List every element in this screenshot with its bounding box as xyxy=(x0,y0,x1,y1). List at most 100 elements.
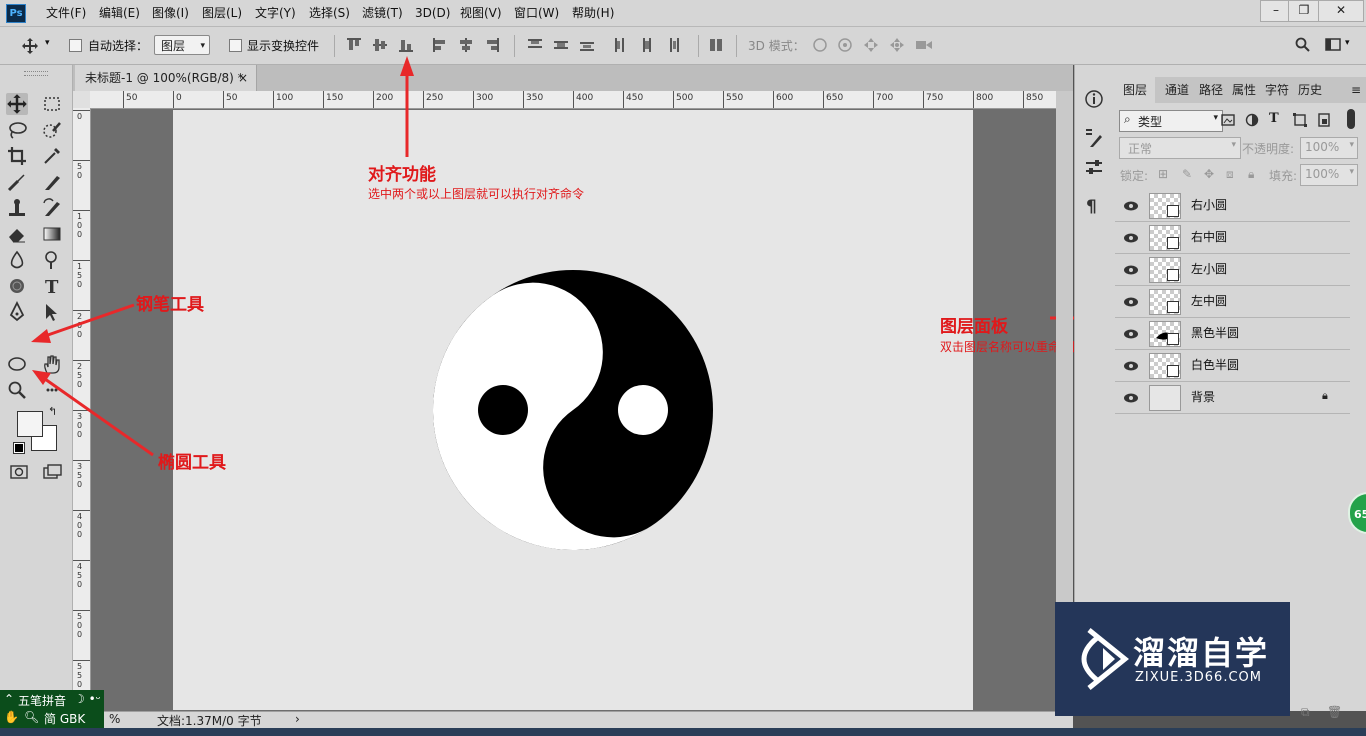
layer-filter-dropdown[interactable]: ⌕ 类型 ▾ xyxy=(1119,110,1223,132)
tab-paths[interactable]: 路径 xyxy=(1199,77,1223,103)
menu-help[interactable]: 帮助(H) xyxy=(572,0,614,26)
layer-name[interactable]: 白色半圆 xyxy=(1191,350,1239,381)
delete-layer-icon[interactable]: 🗑︎ xyxy=(1327,705,1342,719)
dodge-tool-icon[interactable] xyxy=(41,249,63,271)
align-vcenter-icon[interactable] xyxy=(372,37,388,53)
ime-expand-icon[interactable]: ⌃ xyxy=(4,692,14,706)
opacity-field[interactable]: 100% ▾ xyxy=(1300,137,1358,159)
close-tab-icon[interactable]: × xyxy=(238,65,248,91)
horizontal-ruler[interactable]: 50 0 50 100 150 200 250 300 350 400 450 500 550 600 65… xyxy=(90,91,1056,109)
menu-window[interactable]: 窗口(W) xyxy=(514,0,559,26)
3d-rotate-icon[interactable] xyxy=(811,37,827,53)
visibility-eye-icon[interactable] xyxy=(1123,328,1139,342)
tab-history[interactable]: 历史 xyxy=(1298,77,1322,103)
visibility-eye-icon[interactable] xyxy=(1123,232,1139,246)
lasso-tool-icon[interactable] xyxy=(6,119,28,141)
lock-position-icon[interactable]: ✥ xyxy=(1204,167,1214,181)
3d-roll-icon[interactable] xyxy=(837,37,853,53)
menu-image[interactable]: 图像(I) xyxy=(152,0,189,26)
ime-toolbar[interactable]: ⌃ 五笔拼音 ☽ •ᵕ ✋ 🔍︎ 简 GBK xyxy=(0,690,104,728)
align-left-icon[interactable] xyxy=(432,37,448,53)
healing-brush-icon[interactable] xyxy=(6,171,28,193)
auto-align-icon[interactable] xyxy=(709,37,725,53)
visibility-eye-icon[interactable] xyxy=(1123,200,1139,214)
ellipse-tool-icon[interactable] xyxy=(6,353,28,375)
tab-layers[interactable]: 图层 xyxy=(1115,77,1155,103)
quick-mask-icon[interactable] xyxy=(8,461,30,483)
menu-layer[interactable]: 图层(L) xyxy=(202,0,242,26)
lock-pixels-icon[interactable]: ✎ xyxy=(1182,167,1192,181)
document-tab[interactable]: 未标题-1 @ 100%(RGB/8) * × xyxy=(75,65,257,91)
auto-select-checkbox[interactable] xyxy=(69,39,82,52)
distribute-hcenter-icon[interactable] xyxy=(639,37,655,53)
move-tool-preset-icon[interactable] xyxy=(21,37,38,54)
adjustments-panel-icon[interactable] xyxy=(1084,157,1104,180)
layer-row[interactable]: 左小圆 xyxy=(1115,254,1350,286)
lock-transparent-icon[interactable]: ⊞ xyxy=(1158,167,1168,181)
layer-row[interactable]: 右中圆 xyxy=(1115,222,1350,254)
blur-tool-icon[interactable] xyxy=(6,249,28,271)
menu-view[interactable]: 视图(V) xyxy=(460,0,502,26)
layer-name[interactable]: 黑色半圆 xyxy=(1191,318,1239,349)
brush-presets-icon[interactable] xyxy=(1084,127,1104,152)
eraser-tool-icon[interactable] xyxy=(6,223,28,245)
3d-scale-icon[interactable] xyxy=(915,37,932,53)
type-tool-icon[interactable]: T xyxy=(41,275,63,297)
layer-row[interactable]: 左中圆 xyxy=(1115,286,1350,318)
align-hcenter-icon[interactable] xyxy=(458,37,474,53)
menu-type[interactable]: 文字(Y) xyxy=(255,0,296,26)
align-right-icon[interactable] xyxy=(484,37,500,53)
layer-row[interactable]: 右小圆 xyxy=(1115,190,1350,222)
new-layer-icon[interactable]: ⧉ xyxy=(1301,705,1310,720)
ime-hand-icon[interactable]: ✋ xyxy=(4,710,19,724)
filter-smart-object-icon[interactable] xyxy=(1317,113,1331,127)
filter-type-icon[interactable]: T xyxy=(1269,111,1279,126)
rectangular-marquee-icon[interactable] xyxy=(41,93,63,115)
distribute-bottom-icon[interactable] xyxy=(579,37,595,53)
lock-all-icon[interactable]: 🔒︎ xyxy=(1248,167,1254,182)
menu-edit[interactable]: 编辑(E) xyxy=(99,0,140,26)
quick-selection-icon[interactable] xyxy=(41,119,63,141)
layer-row[interactable]: 黑色半圆 xyxy=(1115,318,1350,350)
path-selection-icon[interactable] xyxy=(41,301,63,323)
ime-search-icon[interactable]: 🔍︎ xyxy=(24,710,39,724)
zoom-tool-icon[interactable] xyxy=(6,379,28,401)
menu-file[interactable]: 文件(F) xyxy=(46,0,86,26)
3d-slide-icon[interactable] xyxy=(889,37,905,53)
clone-stamp-icon[interactable] xyxy=(6,197,28,219)
distribute-top-icon[interactable] xyxy=(527,37,543,53)
swap-colors-icon[interactable]: ↰ xyxy=(48,405,57,418)
close-window-button[interactable]: ✕ xyxy=(1318,0,1364,22)
foreground-color-swatch[interactable] xyxy=(17,411,43,437)
workspace-dropdown-arrow-icon[interactable]: ▾ xyxy=(1345,38,1350,48)
align-bottom-icon[interactable] xyxy=(398,37,414,53)
ruler-origin[interactable] xyxy=(73,91,91,109)
history-brush-icon[interactable] xyxy=(41,197,63,219)
align-top-icon[interactable] xyxy=(346,37,362,53)
toolbox-grip[interactable] xyxy=(24,71,48,76)
filter-adjustment-icon[interactable] xyxy=(1245,113,1259,127)
tab-channels[interactable]: 通道 xyxy=(1165,77,1189,103)
visibility-eye-icon[interactable] xyxy=(1123,296,1139,310)
screen-mode-icon[interactable] xyxy=(41,461,63,483)
info-panel-icon[interactable] xyxy=(1084,89,1104,112)
brush-tool-icon[interactable] xyxy=(41,171,63,193)
layer-row[interactable]: 背景 🔒︎ xyxy=(1115,382,1350,414)
lock-artboard-icon[interactable]: ⧈ xyxy=(1226,167,1234,182)
distribute-left-icon[interactable] xyxy=(613,37,629,53)
eyedropper-icon[interactable] xyxy=(41,145,63,167)
status-zoom[interactable]: % xyxy=(109,712,120,726)
tab-character[interactable]: 字符 xyxy=(1265,77,1289,103)
more-tools-icon[interactable] xyxy=(41,379,63,401)
gradient-tool-icon[interactable] xyxy=(41,223,63,245)
panel-menu-icon[interactable]: ≡ xyxy=(1351,77,1361,103)
menu-select[interactable]: 选择(S) xyxy=(309,0,350,26)
auto-select-target-dropdown[interactable]: 图层 ▾ xyxy=(154,35,210,55)
restore-button[interactable]: ❐ xyxy=(1288,0,1320,22)
filter-pixel-icon[interactable] xyxy=(1221,113,1235,127)
distribute-right-icon[interactable] xyxy=(665,37,681,53)
menu-filter[interactable]: 滤镜(T) xyxy=(362,0,403,26)
layer-name[interactable]: 左小圆 xyxy=(1191,254,1227,285)
distribute-vcenter-icon[interactable] xyxy=(553,37,569,53)
layer-name[interactable]: 左中圆 xyxy=(1191,286,1227,317)
